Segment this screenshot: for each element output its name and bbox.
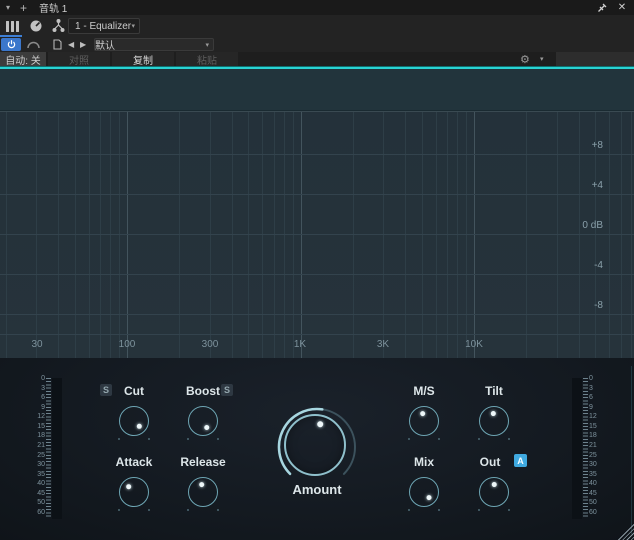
close-icon[interactable]: ✕ (614, 2, 630, 14)
daw-window: ▾ + 音轨 1 ✕ 1 - Equalizer ▾ (0, 0, 634, 540)
amount-knob-indicator (317, 421, 324, 428)
output-meter: 03691215182125303540455060 (572, 378, 602, 519)
window-title: 音轨 1 (39, 0, 67, 15)
gear-icon[interactable]: ⚙ (520, 52, 530, 66)
boost-knob-indicator (203, 424, 210, 431)
ms-knob[interactable] (409, 406, 439, 436)
input-meter-ticks (46, 378, 51, 519)
input-meter-scale: 03691215182125303540455060 (32, 375, 45, 516)
output-meter-scale: 03691215182125303540455060 (589, 375, 602, 516)
input-meter: 03691215182125303540455060 (32, 378, 62, 519)
routing-icon[interactable] (48, 18, 68, 34)
preset-next-arrow[interactable]: ▶ (80, 38, 86, 51)
tilt-label: Tilt (464, 384, 524, 398)
window-title-bar: ▾ + 音轨 1 ✕ (0, 0, 634, 15)
cut-knob[interactable] (119, 406, 149, 436)
amount-knob[interactable] (275, 405, 359, 489)
mix-label: Mix (394, 455, 454, 469)
panel-edge-line (631, 366, 632, 534)
release-knob-indicator (199, 482, 205, 488)
tilt-knob[interactable] (479, 406, 509, 436)
plugin-header: W EQUALIZER ◀ Default ▶ (0, 69, 634, 111)
release-knob[interactable] (188, 477, 218, 507)
knob-view-icon[interactable] (26, 18, 46, 34)
mix-knob-indicator (425, 494, 432, 501)
plugin-power-button[interactable] (1, 38, 21, 51)
output-meter-ticks (583, 378, 588, 519)
ms-label: M/S (394, 384, 454, 398)
track-dropdown-caret[interactable]: ▾ (6, 3, 10, 12)
ms-knob-indicator (420, 411, 426, 417)
copy-button[interactable]: 复制 (112, 52, 174, 66)
preset-toolbar: ◀ ▶ 默认 ▾ (0, 37, 634, 52)
eq-graph[interactable]: +8+40 dB-4-8301003001K3K10K (0, 111, 634, 358)
settings-caret-icon[interactable]: ▾ (540, 52, 544, 66)
bypass-curve-icon[interactable] (24, 38, 42, 51)
preset-file-icon[interactable] (50, 38, 64, 51)
cut-label: Cut (104, 384, 164, 398)
out-knob[interactable] (479, 477, 509, 507)
automation-button[interactable]: 自动: 关 (0, 52, 46, 66)
action-toolbar: 自动: 关 对照 复制 粘贴 ⚙ ▾ (0, 52, 634, 66)
release-label: Release (173, 455, 233, 469)
attack-knob[interactable] (119, 477, 149, 507)
attack-label: Attack (104, 455, 164, 469)
out-auto-badge[interactable]: A (514, 454, 527, 467)
preset-prev-arrow[interactable]: ◀ (68, 38, 74, 51)
out-knob-indicator (492, 482, 497, 487)
plugin-toolbar: 1 - Equalizer ▾ (0, 15, 634, 37)
daw-preset-select[interactable]: 默认 ▾ (94, 38, 214, 51)
plugin-instance-select[interactable]: 1 - Equalizer ▾ (68, 18, 140, 34)
paste-button[interactable]: 粘贴 (176, 52, 238, 66)
output-meter-track (572, 378, 582, 519)
compare-button[interactable]: 对照 (48, 52, 110, 66)
pin-icon[interactable] (594, 2, 610, 14)
tilt-knob-indicator (491, 411, 496, 416)
cut-knob-indicator (136, 423, 143, 430)
boost-knob[interactable] (188, 406, 218, 436)
toolbar-side-panel (556, 52, 634, 66)
boost-solo-badge[interactable]: S (221, 384, 233, 396)
add-plugin-button[interactable]: + (20, 2, 27, 14)
mix-knob[interactable] (409, 477, 439, 507)
out-label: Out (460, 455, 520, 469)
attack-knob-indicator (125, 483, 132, 490)
channel-strip-icon[interactable] (2, 18, 22, 34)
input-meter-track (52, 378, 62, 519)
